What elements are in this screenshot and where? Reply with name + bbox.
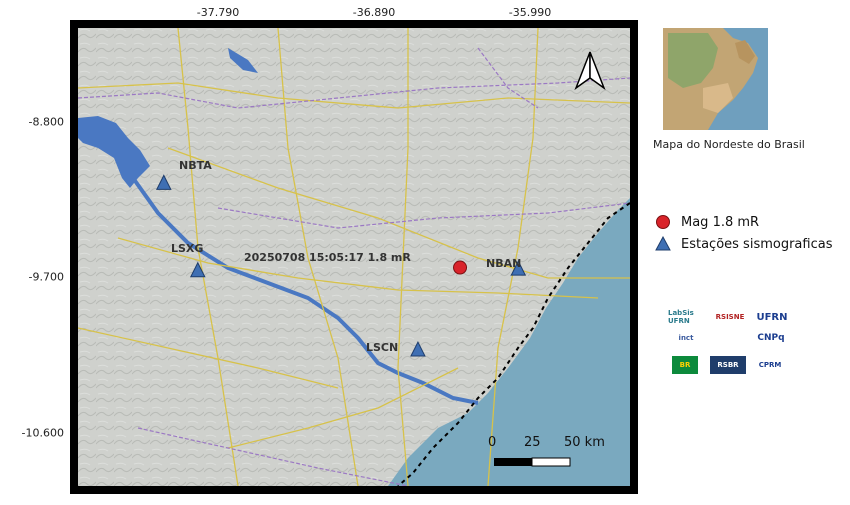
- scale-label-0: 0: [488, 435, 497, 450]
- station-marker-lsxg[interactable]: [189, 261, 206, 278]
- legend-label-event: Mag 1.8 mR: [681, 214, 760, 230]
- station-label-lsxg: LSXG: [171, 242, 204, 255]
- x-tick-label: -37.790: [196, 6, 240, 19]
- rsbr-logo: RSBR: [710, 356, 746, 374]
- cnpq-logo: CNPq: [757, 333, 785, 343]
- x-tick-label: -36.890: [352, 6, 396, 19]
- inct-logo: inct: [678, 334, 694, 342]
- station-label-nbta: NBTA: [179, 159, 212, 172]
- event-label: 20250708 15:05:17 1.8 mR: [244, 251, 411, 264]
- station-marker-lscn[interactable]: [410, 340, 426, 357]
- cprm-logo: CPRM: [758, 361, 782, 369]
- station-marker-nbta[interactable]: [155, 174, 172, 190]
- station-label-nban: NBAN: [486, 257, 522, 270]
- y-tick-label: -10.600: [21, 426, 64, 440]
- station-label-lscn: LSCN: [366, 341, 399, 354]
- inset-map: [663, 28, 768, 130]
- legend-item-event: Mag 1.8 mR: [655, 214, 759, 230]
- ufrn-logo: UFRN: [756, 311, 788, 323]
- inset-caption: Mapa do Nordeste do Brasil: [653, 138, 805, 151]
- x-tick-label: -35.990: [508, 6, 552, 19]
- y-tick-label: -9.700: [28, 270, 64, 284]
- labsis-logo: LabSis UFRN: [668, 309, 694, 325]
- map-area[interactable]: NBTA LSXG NBAN LSCN 20250708 15:05:17 1.…: [78, 28, 630, 486]
- station-triangle-icon: [655, 236, 671, 251]
- rsisne-logo: RSISNE: [715, 313, 745, 321]
- scale-label-50: 50 km: [564, 435, 605, 450]
- event-marker[interactable]: [453, 260, 468, 275]
- petrobras-logo: BR: [672, 356, 698, 374]
- y-tick-label: -8.800: [28, 115, 64, 129]
- legend-item-station: Estações sismograficas: [655, 236, 832, 252]
- legend-label-station: Estações sismograficas: [681, 236, 833, 252]
- scale-label-25: 25: [524, 435, 541, 450]
- event-circle-icon: [656, 215, 670, 229]
